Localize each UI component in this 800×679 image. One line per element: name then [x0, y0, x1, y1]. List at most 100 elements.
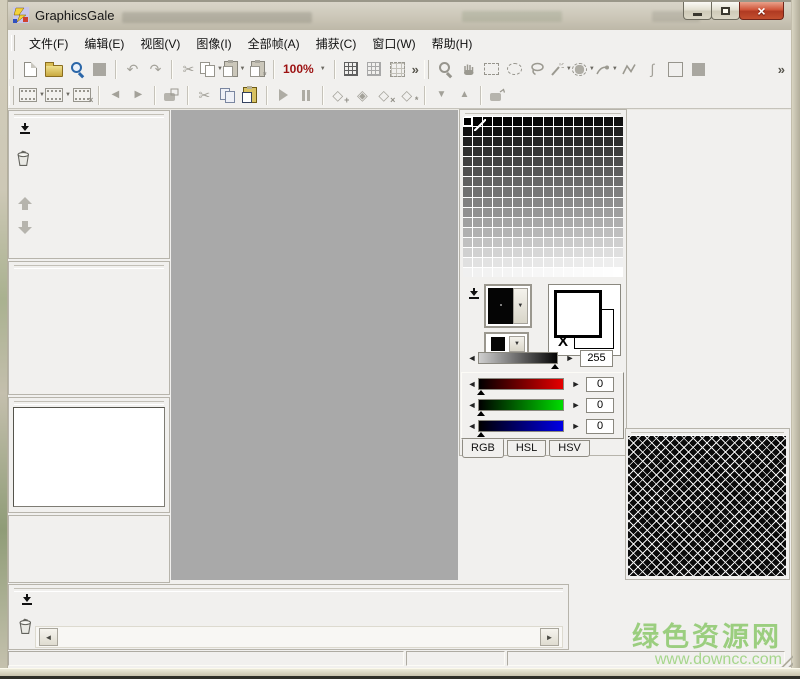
palette-swatch[interactable]	[473, 187, 482, 196]
palette-swatch[interactable]	[604, 147, 613, 156]
green-slider-marker[interactable]	[477, 411, 485, 416]
palette-swatch[interactable]	[513, 208, 522, 217]
palette-swatch[interactable]	[483, 228, 492, 237]
palette-swatch[interactable]	[503, 167, 512, 176]
palette-swatch[interactable]	[604, 167, 613, 176]
alpha-slider-marker[interactable]	[551, 364, 559, 369]
palette-swatch[interactable]	[584, 248, 593, 257]
add-layer-button[interactable]: ◇+	[328, 84, 351, 106]
palette-swatch[interactable]	[604, 208, 613, 217]
palette-swatch[interactable]	[493, 198, 502, 207]
palette-swatch[interactable]	[584, 198, 593, 207]
new-file-button[interactable]	[19, 58, 42, 80]
palette-swatch[interactable]	[533, 258, 542, 267]
palette-swatch[interactable]	[473, 147, 482, 156]
palette-swatch[interactable]	[533, 117, 542, 126]
trash-icon[interactable]	[15, 149, 32, 172]
palette-swatch[interactable]	[493, 167, 502, 176]
palette-swatch[interactable]	[483, 258, 492, 267]
green-slider[interactable]	[478, 399, 564, 411]
palette-swatch[interactable]	[574, 167, 583, 176]
panel-grab-bar[interactable]	[14, 401, 164, 405]
menu-edit[interactable]: 编辑(E)	[76, 32, 132, 55]
palette-swatch[interactable]	[533, 248, 542, 257]
palette-swatch[interactable]	[554, 198, 563, 207]
palette-swatch[interactable]	[594, 248, 603, 257]
move-layer-up-button[interactable]: ▲	[453, 84, 476, 106]
palette-swatch[interactable]	[493, 157, 502, 166]
palette-swatch[interactable]	[463, 218, 472, 227]
trash-icon[interactable]	[17, 617, 34, 640]
palette-swatch[interactable]	[564, 117, 573, 126]
maximize-button[interactable]	[711, 2, 740, 20]
palette-swatch[interactable]	[513, 238, 522, 247]
palette-swatch[interactable]	[564, 198, 573, 207]
toolbar-overflow-chevron[interactable]: »	[409, 62, 422, 77]
palette-swatch[interactable]	[533, 228, 542, 237]
rect-fill-tool-button[interactable]	[687, 58, 710, 80]
palette-swatch[interactable]	[503, 147, 512, 156]
palette-swatch[interactable]	[533, 208, 542, 217]
palette-swatch[interactable]	[523, 187, 532, 196]
menu-all-frames[interactable]: 全部帧(A)	[240, 32, 308, 55]
palette-swatch[interactable]	[513, 177, 522, 186]
palette-swatch[interactable]	[564, 147, 573, 156]
palette-swatch[interactable]	[614, 268, 623, 277]
palette-swatch[interactable]	[483, 177, 492, 186]
titlebar[interactable]: GraphicsGale ×	[7, 2, 792, 30]
palette-swatch[interactable]	[503, 137, 512, 146]
blue-decrease-button[interactable]: ◄	[466, 421, 478, 431]
custom-grid-button[interactable]	[386, 58, 409, 80]
palette-swatch[interactable]	[574, 187, 583, 196]
palette-swatch[interactable]	[604, 127, 613, 136]
palette-swatch[interactable]	[554, 187, 563, 196]
palette-swatch[interactable]	[513, 147, 522, 156]
fill-select-tool-button[interactable]: ▼	[572, 58, 595, 80]
palette-swatch[interactable]	[513, 187, 522, 196]
palette-swatch[interactable]	[594, 218, 603, 227]
red-slider[interactable]	[478, 378, 564, 390]
palette-swatch[interactable]	[594, 208, 603, 217]
palette-swatch[interactable]	[493, 117, 502, 126]
palette-swatch[interactable]	[533, 157, 542, 166]
palette-swatch[interactable]	[503, 157, 512, 166]
save-button[interactable]	[88, 58, 111, 80]
palette-swatch[interactable]	[523, 258, 532, 267]
zoom-tool-button[interactable]	[434, 58, 457, 80]
palette-swatch[interactable]	[614, 258, 623, 267]
palette-swatch[interactable]	[574, 117, 583, 126]
palette-swatch[interactable]	[473, 198, 482, 207]
palette-swatch[interactable]	[463, 187, 472, 196]
zoom-level-dropdown[interactable]: 100% ▼	[279, 60, 330, 78]
palette-swatch[interactable]	[584, 117, 593, 126]
palette-swatch[interactable]	[594, 167, 603, 176]
prev-frame-button[interactable]: ◀	[104, 84, 127, 106]
palette-swatch[interactable]	[503, 117, 512, 126]
palette-swatch[interactable]	[614, 198, 623, 207]
palette-swatch[interactable]	[503, 218, 512, 227]
palette-swatch[interactable]	[604, 198, 613, 207]
redo-button[interactable]: ↷	[144, 58, 167, 80]
palette-swatch[interactable]	[544, 127, 553, 136]
palette-swatch[interactable]	[554, 248, 563, 257]
palette-swatch[interactable]	[584, 137, 593, 146]
alpha-slider[interactable]	[478, 352, 558, 364]
palette-swatch[interactable]	[493, 127, 502, 136]
blue-slider[interactable]	[478, 420, 564, 432]
import-layer-button[interactable]	[486, 84, 509, 106]
palette-swatch[interactable]	[493, 268, 502, 277]
move-frame-up-button[interactable]	[18, 197, 32, 210]
palette-swatch[interactable]	[463, 198, 472, 207]
palette-swatch[interactable]	[564, 238, 573, 247]
palette-swatch[interactable]	[574, 137, 583, 146]
panel-grab-bar[interactable]	[14, 588, 563, 592]
palette-swatch[interactable]	[574, 127, 583, 136]
palette-swatch[interactable]	[614, 187, 623, 196]
menu-help[interactable]: 帮助(H)	[424, 32, 481, 55]
tab-hsl[interactable]: HSL	[507, 440, 546, 457]
palette-swatch[interactable]	[533, 127, 542, 136]
palette-swatch[interactable]	[483, 167, 492, 176]
red-decrease-button[interactable]: ◄	[466, 379, 478, 389]
palette-swatch[interactable]	[523, 157, 532, 166]
palette-swatch[interactable]	[503, 238, 512, 247]
